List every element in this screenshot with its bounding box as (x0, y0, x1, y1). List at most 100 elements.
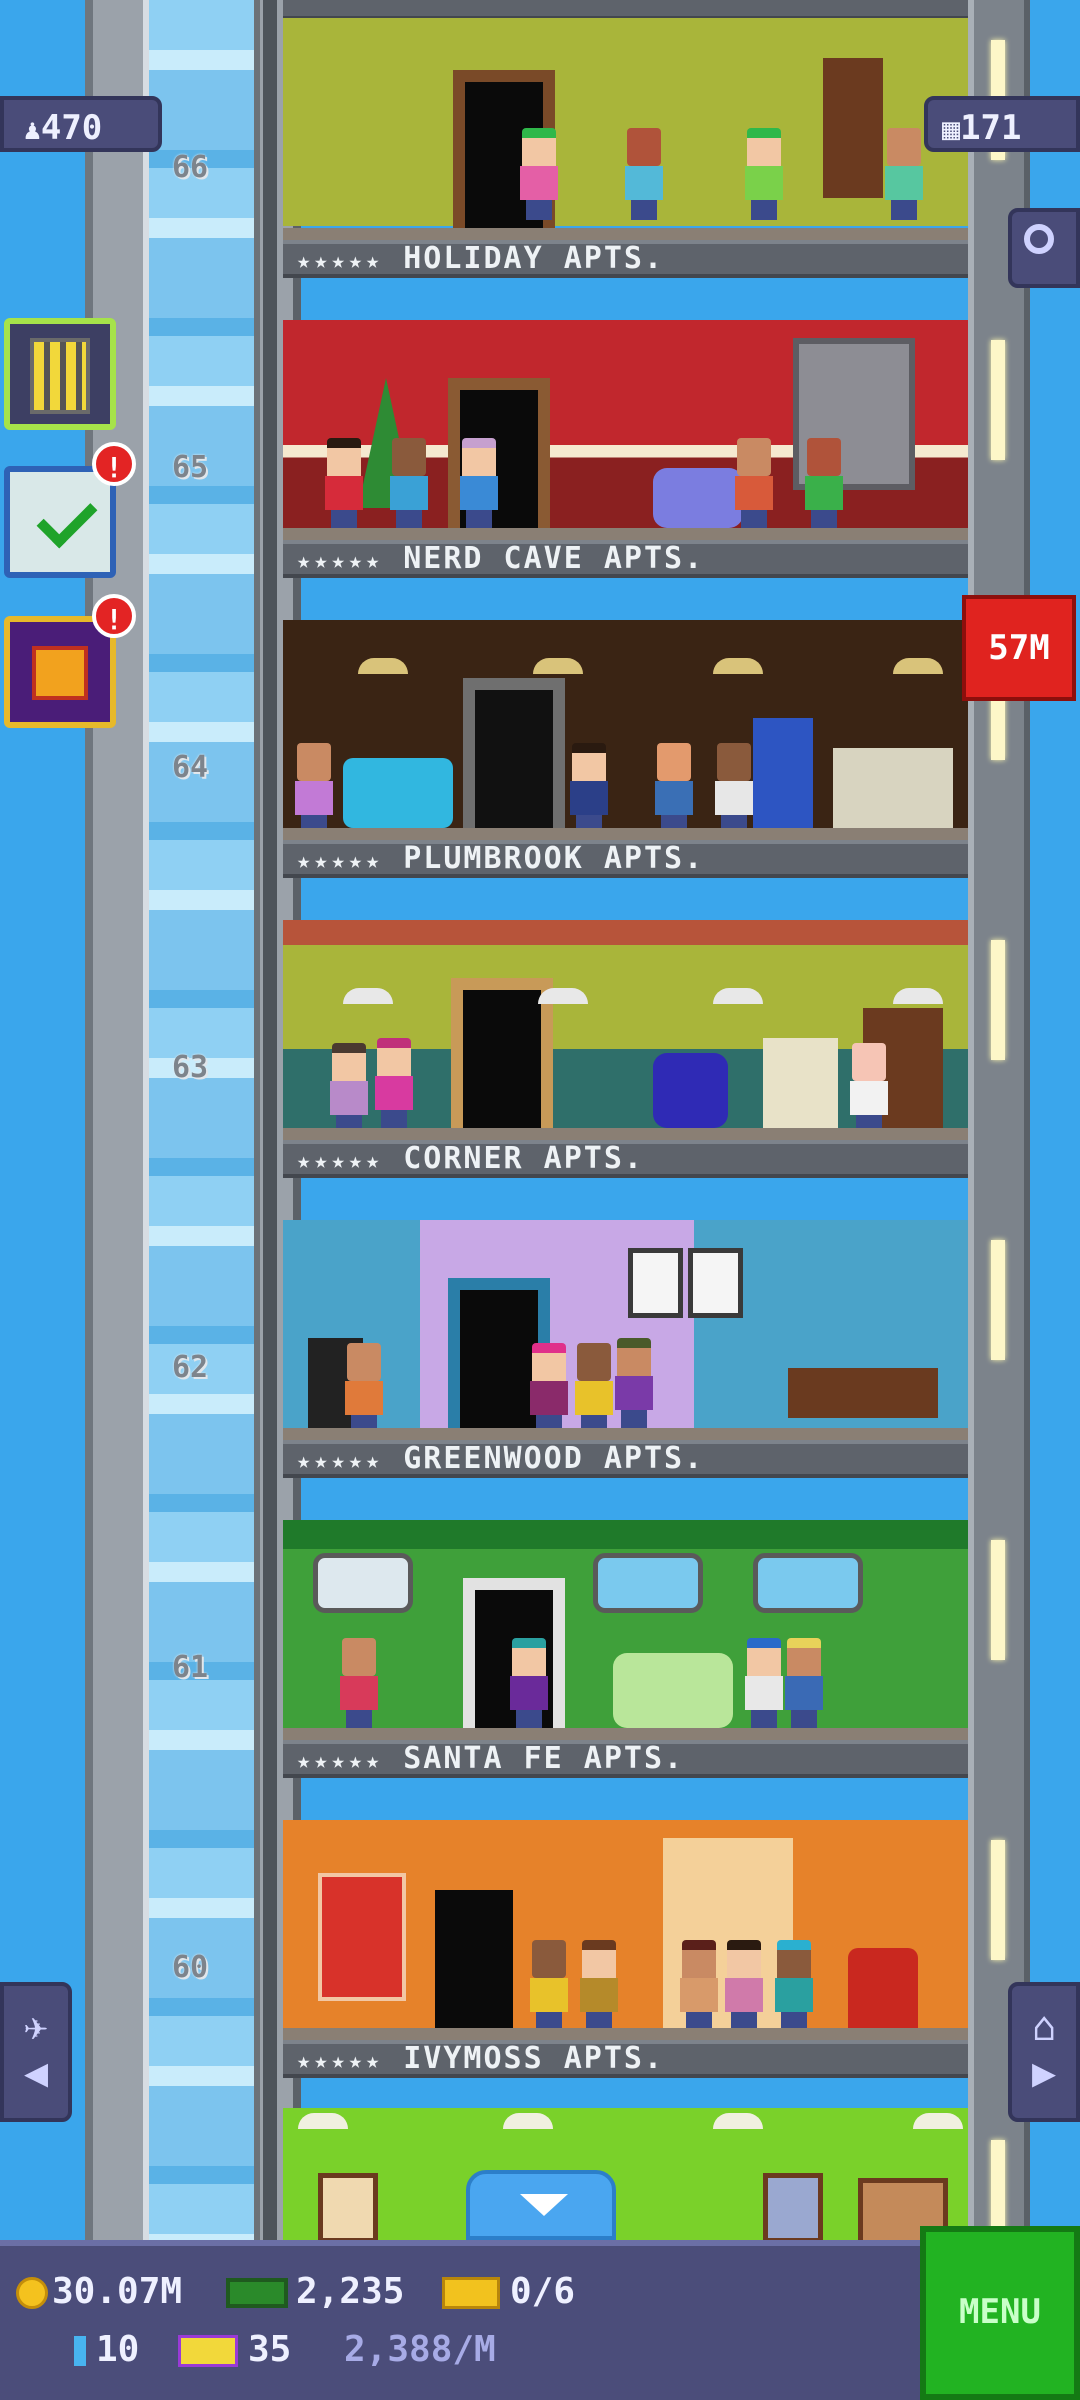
elevator-rail (263, 0, 277, 2240)
mirror (313, 1553, 413, 1613)
resident[interactable] (343, 1343, 385, 1435)
magnifier-icon (1024, 224, 1054, 254)
resident[interactable] (373, 1038, 415, 1130)
resident[interactable] (528, 1940, 570, 2032)
resident[interactable] (783, 1638, 825, 1730)
resident[interactable] (623, 128, 665, 220)
resident[interactable] (518, 128, 560, 220)
resident[interactable] (848, 1043, 890, 1135)
gift-icon (32, 646, 88, 700)
ticket-icon (442, 2277, 500, 2309)
population-badge[interactable]: ♟470 (0, 96, 162, 152)
floor-63[interactable]: ★★★★★ CORNER APTS. (283, 878, 968, 1178)
pillar-light (991, 1840, 1005, 1960)
retro-tv (763, 1038, 838, 1128)
floor-base (283, 1428, 968, 1440)
status-bar: 30.07M 2,235 0/6 10 35 2,388/M (0, 2240, 1080, 2400)
vip-stat[interactable]: 35 (178, 2328, 291, 2372)
floor-base (283, 828, 968, 840)
floor-64[interactable]: ★★★★★ PLUMBROOK APTS. (283, 578, 968, 878)
resident[interactable] (803, 438, 845, 530)
resident[interactable] (573, 1343, 615, 1435)
resident[interactable] (773, 1940, 815, 2032)
picture-frame (628, 1248, 683, 1318)
tickets-stat[interactable]: 0/6 (442, 2270, 575, 2314)
menu-button[interactable]: MENU (920, 2226, 1080, 2400)
couch (613, 1653, 733, 1728)
dining-set (788, 1368, 938, 1418)
buildings-stat[interactable]: 10 (74, 2328, 139, 2372)
ceiling-lamp (893, 988, 943, 1004)
resident[interactable] (568, 743, 610, 835)
star-icons: ★★★★★ (297, 249, 384, 274)
coins-stat[interactable]: 30.07M (16, 2270, 182, 2314)
resident[interactable] (723, 1940, 765, 2032)
resident[interactable] (458, 438, 500, 530)
resident[interactable] (578, 1940, 620, 2032)
bux-stat[interactable]: 2,235 (226, 2270, 404, 2314)
price-tag[interactable]: 57M (962, 595, 1076, 701)
elevator-nav-button[interactable]: ✈ ◀ (0, 1982, 72, 2122)
resident[interactable] (323, 438, 365, 530)
floor-name: CORNER APTS. (403, 1141, 644, 1176)
resident[interactable] (678, 1940, 720, 2032)
window (753, 1553, 863, 1613)
resident[interactable] (743, 128, 785, 220)
floor-60[interactable]: ★★★★★ IVYMOSS APTS. (283, 1778, 968, 2078)
star-icons: ★★★★★ (297, 549, 384, 574)
elevator-shaft[interactable] (85, 0, 301, 2240)
rug-wall-hanging (318, 1873, 406, 2001)
floor-59[interactable] (283, 2078, 968, 2240)
resident[interactable] (338, 1638, 380, 1730)
armchair (653, 468, 743, 528)
star-icons: ★★★★★ (297, 2049, 384, 2074)
resident[interactable] (328, 1043, 370, 1135)
floors-icon (74, 2336, 86, 2366)
floor-61[interactable]: ★★★★★ SANTA FE APTS. (283, 1478, 968, 1778)
floor-66[interactable]: ★★★★★ HOLIDAY APTS. (283, 0, 968, 278)
vip-icon (178, 2335, 238, 2367)
resident[interactable] (528, 1343, 570, 1435)
tickets-value: 0/6 (510, 2271, 576, 2312)
floor-number-62: 62 (171, 1350, 209, 1385)
floor-number-60: 60 (171, 1950, 209, 1985)
ceiling-lamp (503, 2113, 553, 2129)
floor-62[interactable]: ★★★★★ GREENWOOD APTS. (283, 1178, 968, 1478)
scroll-down-button[interactable] (466, 2170, 616, 2240)
floor-number-61: 61 (171, 1650, 209, 1685)
home-icon: ⌂ (1031, 2004, 1057, 2050)
floor-name: SANTA FE APTS. (403, 1741, 685, 1776)
resident[interactable] (653, 743, 695, 835)
arrow-right-icon: ▶ (1031, 2050, 1057, 2096)
checkmark-icon (36, 487, 98, 549)
resident[interactable] (883, 128, 925, 220)
resident[interactable] (508, 1638, 550, 1730)
window-shutter (823, 58, 883, 198)
resident[interactable] (613, 1338, 655, 1430)
floor-sign: ★★★★★ GREENWOOD APTS. (283, 1440, 968, 1478)
building-pillar (968, 0, 1030, 2260)
armchair (848, 1948, 918, 2028)
search-button[interactable] (1008, 208, 1080, 288)
resident[interactable] (388, 438, 430, 530)
building-menu-button[interactable] (4, 318, 116, 430)
arrow-left-icon: ◀ (23, 2050, 49, 2096)
ceiling-lamp (893, 658, 943, 674)
resident[interactable] (733, 438, 775, 530)
floor-base (283, 1728, 968, 1740)
pillar-light (991, 1540, 1005, 1660)
lobby-nav-button[interactable]: ⌂ ▶ (1008, 1982, 1080, 2122)
star-icons: ★★★★★ (297, 1749, 384, 1774)
star-icons: ★★★★★ (297, 1149, 384, 1174)
floor-count-badge[interactable]: ▦171 (924, 96, 1080, 152)
computer-desk (833, 748, 953, 828)
resident[interactable] (293, 743, 335, 835)
floor-base (283, 228, 968, 240)
resident[interactable] (743, 1638, 785, 1730)
tasks-button[interactable] (4, 466, 116, 578)
resident[interactable] (713, 743, 755, 835)
floor-number-63: 63 (171, 1050, 209, 1085)
couch (343, 758, 453, 828)
floor-65[interactable]: ★★★★★ NERD CAVE APTS. (283, 278, 968, 578)
floor-door (463, 678, 565, 840)
